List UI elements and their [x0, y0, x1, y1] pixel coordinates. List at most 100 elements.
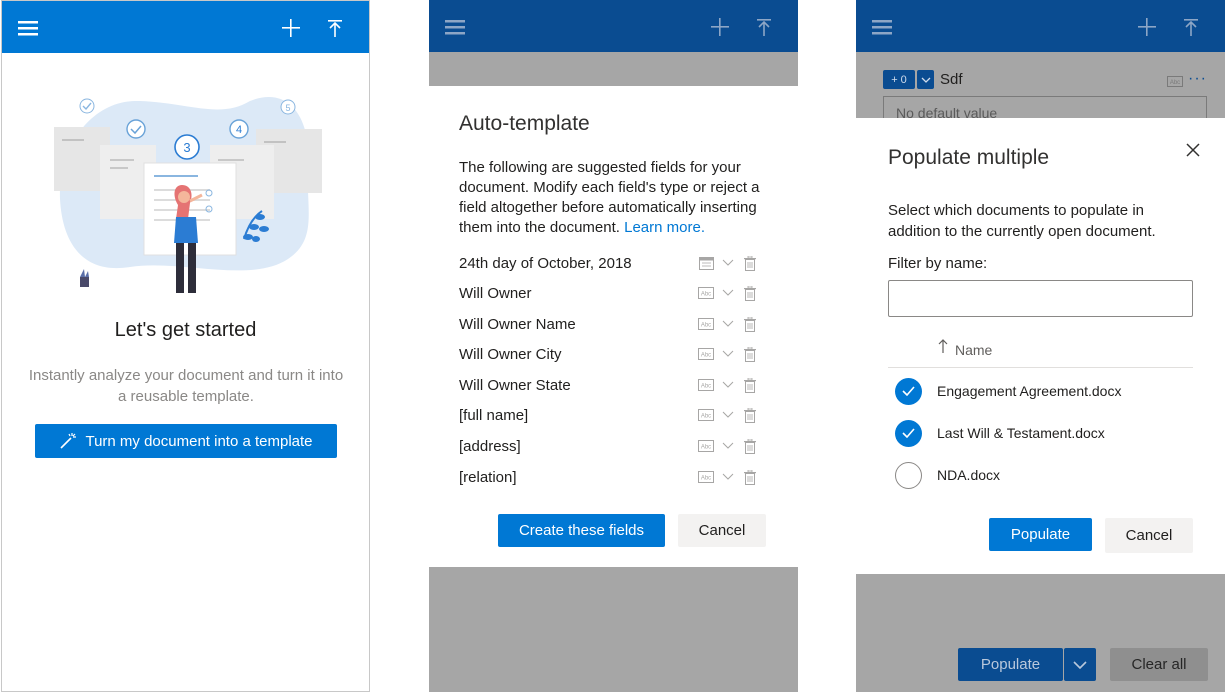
chevron-down-icon[interactable] — [719, 316, 737, 332]
auto-template-dialog: Auto-template The following are suggeste… — [429, 86, 798, 567]
text-type-icon[interactable]: Abc — [697, 346, 715, 362]
svg-text:Abc: Abc — [701, 445, 711, 451]
chevron-down-icon[interactable] — [719, 255, 737, 271]
step-5-label: 5 — [285, 103, 290, 113]
field-row: Will Owner Name Abc — [459, 309, 759, 339]
chevron-down-icon[interactable] — [719, 346, 737, 362]
trash-icon[interactable] — [741, 469, 759, 485]
text-type-icon[interactable]: Abc — [697, 469, 715, 485]
document-name: Engagement Agreement.docx — [937, 383, 1122, 399]
cancel-button[interactable]: Cancel — [678, 514, 766, 547]
chevron-down-icon[interactable] — [719, 377, 737, 393]
getting-started-illustration: 3 4 5 — [54, 97, 322, 293]
checkbox-unchecked-icon[interactable] — [895, 461, 922, 489]
trash-icon[interactable] — [741, 377, 759, 393]
text-type-icon[interactable]: Abc — [1167, 74, 1183, 92]
document-row[interactable]: Last Will & Testament.docx — [888, 412, 1193, 454]
background-field-name: Sdf — [940, 71, 963, 88]
document-name: NDA.docx — [937, 467, 1001, 483]
trash-icon[interactable] — [741, 438, 759, 454]
text-type-icon[interactable]: Abc — [697, 285, 715, 301]
name-column-header[interactable]: Name — [955, 342, 992, 358]
welcome-panel: 3 4 5 Let's get started Instantly analyz… — [1, 0, 370, 692]
trash-icon[interactable] — [741, 407, 759, 423]
populate-multiple-panel: + 0 Sdf Abc ··· No default value Populat… — [856, 0, 1225, 692]
chevron-down-icon[interactable] — [719, 469, 737, 485]
turn-into-template-button[interactable]: Turn my document into a template — [35, 424, 337, 458]
field-label: Will Owner — [459, 284, 532, 302]
turn-into-template-label: Turn my document into a template — [85, 432, 313, 450]
dialog-description: Select which documents to populate in ad… — [888, 202, 1156, 240]
calendar-icon[interactable] — [697, 255, 715, 271]
dialog-title: Populate multiple — [888, 146, 1050, 169]
field-row: 24th day of October, 2018 — [459, 248, 759, 278]
step-3-label: 3 — [183, 140, 190, 155]
top-bar — [2, 1, 369, 53]
dialog-description: The following are suggested fields for y… — [459, 158, 769, 238]
welcome-title: Let's get started — [114, 319, 257, 341]
background-populate-button[interactable]: Populate — [958, 648, 1063, 681]
text-type-icon[interactable]: Abc — [697, 407, 715, 423]
upload-icon[interactable] — [750, 13, 778, 41]
field-row: [relation] Abc — [459, 462, 759, 492]
upload-icon[interactable] — [321, 14, 349, 42]
field-label: [address] — [459, 437, 521, 455]
sort-arrow-icon[interactable] — [938, 338, 948, 359]
top-bar — [856, 0, 1225, 52]
step-4-label: 4 — [236, 124, 242, 136]
text-type-icon[interactable]: Abc — [697, 377, 715, 393]
field-label: [full name] — [459, 406, 529, 424]
checkbox-checked-icon[interactable] — [895, 419, 922, 447]
chevron-down-icon[interactable] — [719, 438, 737, 454]
svg-text:Abc: Abc — [701, 384, 711, 390]
filter-input[interactable] — [888, 280, 1193, 317]
trash-icon[interactable] — [741, 346, 759, 362]
populate-button[interactable]: Populate — [989, 518, 1092, 551]
list-header: Name — [888, 336, 1193, 368]
hamburger-menu-icon[interactable] — [868, 13, 896, 41]
add-icon[interactable] — [277, 14, 305, 42]
svg-text:Abc: Abc — [701, 292, 711, 298]
chevron-down-icon[interactable] — [1064, 648, 1096, 681]
svg-text:Abc: Abc — [1170, 80, 1180, 86]
checkbox-checked-icon[interactable] — [895, 377, 922, 405]
trash-icon[interactable] — [741, 285, 759, 301]
svg-text:Abc: Abc — [701, 323, 711, 329]
chevron-down-icon[interactable] — [917, 70, 934, 89]
svg-text:Abc: Abc — [701, 476, 711, 482]
chevron-down-icon[interactable] — [719, 407, 737, 423]
text-type-icon[interactable]: Abc — [697, 316, 715, 332]
clear-all-button[interactable]: Clear all — [1110, 648, 1208, 681]
upload-icon[interactable] — [1177, 13, 1205, 41]
field-row: Will Owner Abc — [459, 278, 759, 308]
chevron-down-icon[interactable] — [719, 285, 737, 301]
cancel-button[interactable]: Cancel — [1105, 518, 1193, 553]
hamburger-menu-icon[interactable] — [14, 14, 42, 42]
create-fields-button[interactable]: Create these fields — [498, 514, 665, 547]
field-label: Will Owner City — [459, 345, 562, 363]
trash-icon[interactable] — [741, 316, 759, 332]
document-row[interactable]: Engagement Agreement.docx — [888, 370, 1193, 412]
text-type-icon[interactable]: Abc — [697, 438, 715, 454]
document-row[interactable]: NDA.docx — [888, 454, 1193, 496]
populate-multiple-dialog: Populate multiple Select which documents… — [856, 118, 1225, 574]
auto-template-panel: Auto-template The following are suggeste… — [429, 0, 798, 692]
close-icon[interactable] — [1183, 140, 1203, 160]
more-options-icon[interactable]: ··· — [1188, 70, 1207, 88]
field-row: [address] Abc — [459, 431, 759, 461]
description-text: The following are suggested fields for y… — [459, 159, 760, 236]
field-label: Will Owner State — [459, 376, 571, 394]
learn-more-link[interactable]: Learn more. — [624, 219, 705, 236]
trash-icon[interactable] — [741, 255, 759, 271]
top-bar — [429, 0, 798, 52]
hamburger-menu-icon[interactable] — [441, 13, 469, 41]
counter-button[interactable]: + 0 — [883, 70, 915, 89]
field-row: Will Owner State Abc — [459, 370, 759, 400]
add-icon[interactable] — [1133, 13, 1161, 41]
field-row: [full name] Abc — [459, 400, 759, 430]
magic-wand-icon — [59, 432, 77, 450]
filter-label: Filter by name: — [888, 255, 988, 272]
add-icon[interactable] — [706, 13, 734, 41]
background-field-row: + 0 Sdf — [883, 70, 963, 89]
dialog-title: Auto-template — [459, 112, 590, 135]
